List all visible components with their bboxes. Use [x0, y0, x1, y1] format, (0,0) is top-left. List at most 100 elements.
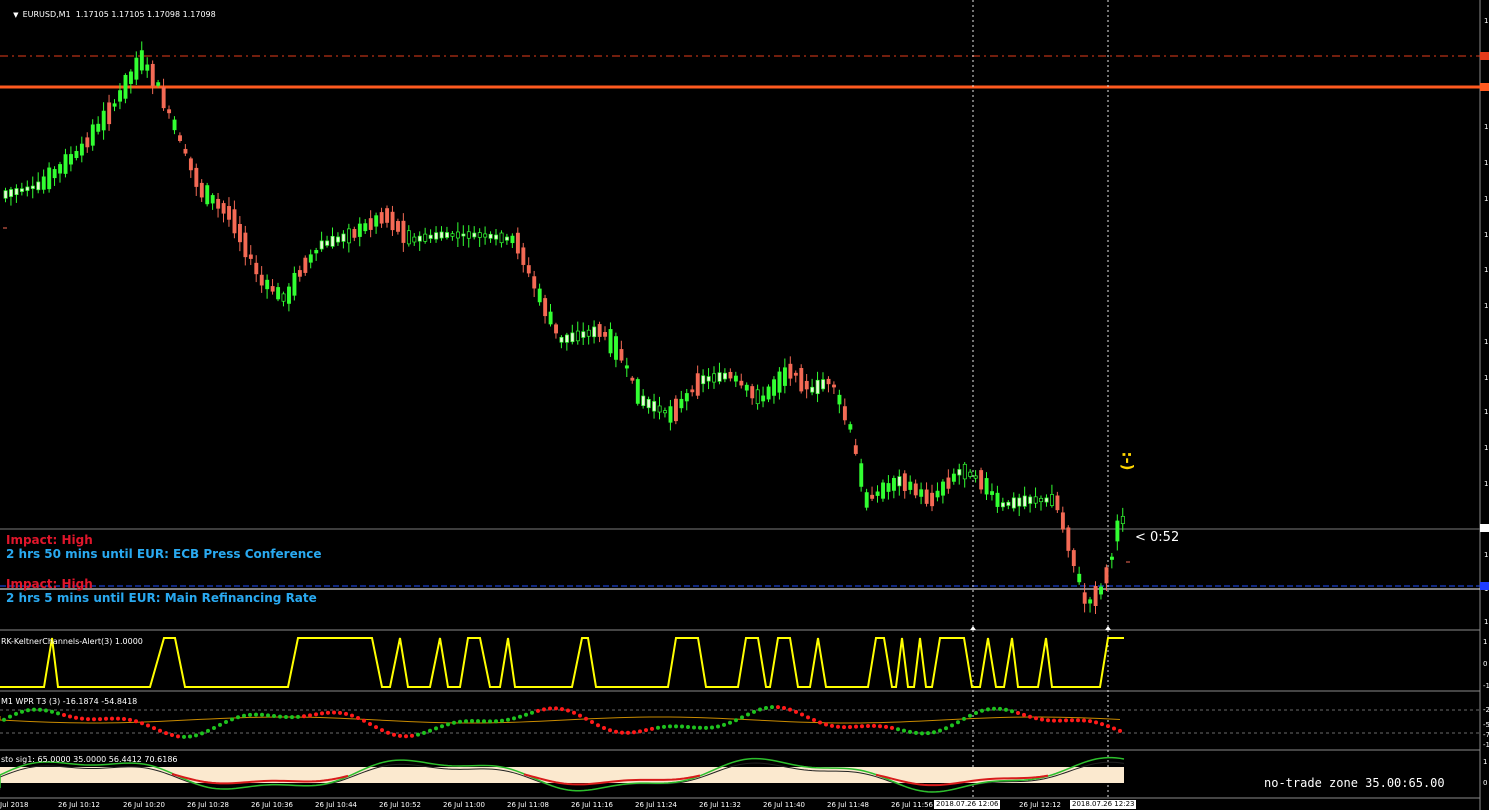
candle: [232, 200, 237, 239]
candle: [199, 179, 204, 202]
price-marker-tag: 1: [1480, 582, 1489, 599]
wpr-dot: [770, 705, 774, 710]
candle-body: [663, 410, 668, 414]
wpr-dot: [140, 721, 144, 726]
keltner-signal-line: [0, 637, 1124, 688]
candle-body: [684, 393, 689, 402]
candle-body: [85, 137, 90, 148]
candle: [417, 231, 422, 251]
wpr-dot: [464, 719, 468, 724]
candle-body: [483, 233, 488, 238]
wpr-dot: [986, 707, 990, 712]
candle-body: [706, 376, 711, 382]
time-tick-label: 26 Jul 11:32: [699, 801, 741, 809]
candle-body: [564, 334, 569, 343]
wpr-dot: [344, 711, 348, 716]
wpr-dot: [2, 717, 6, 722]
candle-body: [238, 224, 242, 243]
price-marker-tag: 1: [1480, 524, 1489, 541]
candle-body: [919, 489, 924, 497]
candle-body: [494, 234, 499, 240]
wpr-dot: [362, 718, 366, 723]
candle-body: [1071, 550, 1076, 567]
candle-body: [870, 494, 875, 499]
candle-body: [810, 386, 815, 393]
candle: [227, 197, 231, 227]
wpr-dot: [638, 729, 642, 734]
wpr-dot: [980, 708, 984, 713]
candle: [248, 245, 253, 265]
wpr-dot: [830, 723, 834, 728]
candle-body: [417, 235, 422, 242]
wpr-dot: [662, 724, 666, 729]
candle: [259, 266, 264, 293]
metatrader-chart-window[interactable]: ▼ EURUSD,M1 1.17105 1.17105 1.17098 1.170…: [0, 0, 1489, 810]
wpr-dot: [860, 724, 864, 729]
candle: [265, 274, 270, 299]
wpr-dot: [878, 724, 882, 729]
candle: [216, 192, 221, 218]
wpr-dot: [368, 721, 372, 726]
candle: [984, 472, 989, 500]
wpr-dot: [1046, 718, 1050, 723]
candle: [941, 479, 945, 504]
candle-body: [1000, 502, 1005, 508]
wpr-dot: [1088, 719, 1092, 724]
candle-body: [134, 57, 139, 80]
candle: [396, 218, 400, 235]
candle: [139, 41, 144, 75]
candle-body: [3, 190, 8, 199]
wpr-dot: [716, 724, 720, 729]
wpr-dot: [470, 719, 474, 724]
wpr-dot: [650, 726, 654, 731]
candlestick-series: [3, 41, 1125, 614]
candle-body: [477, 232, 482, 238]
candle: [90, 119, 95, 151]
candle-body: [281, 293, 286, 302]
wpr-dot: [578, 713, 582, 718]
candle: [641, 389, 646, 409]
wpr-dot: [20, 709, 24, 714]
time-tick-label: 26 Jul 10:12: [58, 801, 100, 809]
candle-body: [390, 211, 395, 231]
wpr-dot: [1016, 710, 1020, 715]
candle-body: [510, 235, 515, 244]
price-tick-label: 1: [1484, 551, 1489, 559]
wpr-dot: [644, 728, 648, 733]
wpr-dot: [1034, 716, 1038, 721]
keltner-axis-label: -1: [1483, 682, 1489, 690]
candle-body: [641, 395, 646, 406]
candle: [853, 438, 858, 456]
candle: [79, 136, 84, 163]
candle-body: [881, 482, 886, 499]
candle: [499, 230, 504, 248]
candle-body: [1115, 520, 1120, 542]
wpr-dot: [1106, 724, 1110, 729]
candle: [712, 366, 717, 389]
wpr-dot: [800, 712, 804, 717]
candle-body: [1022, 495, 1027, 507]
candle-body: [1039, 497, 1044, 503]
candle-body: [897, 476, 902, 487]
candle: [347, 223, 351, 253]
candle: [902, 470, 907, 499]
price-tick-label: 1: [1484, 480, 1489, 488]
candle-body: [755, 389, 760, 405]
wpr-dot: [536, 708, 540, 713]
candle-body: [815, 379, 820, 395]
wpr-dot: [914, 730, 918, 735]
time-tick-label: 26 Jul 11:48: [827, 801, 869, 809]
wpr-dot: [1040, 717, 1044, 722]
time-tick-label: 26 Jul 11:16: [571, 801, 613, 809]
wpr-dot: [668, 724, 672, 729]
candle: [586, 325, 591, 345]
candle-body: [319, 240, 324, 250]
price-chart[interactable]: [0, 0, 1489, 810]
wpr-dot: [14, 711, 18, 716]
price-marker-tag: 1: [1480, 52, 1489, 69]
candle-body: [36, 181, 41, 191]
sto-axis-label: 0: [1483, 779, 1488, 787]
candle: [592, 320, 597, 344]
candle: [1077, 566, 1082, 585]
candle: [968, 469, 973, 479]
